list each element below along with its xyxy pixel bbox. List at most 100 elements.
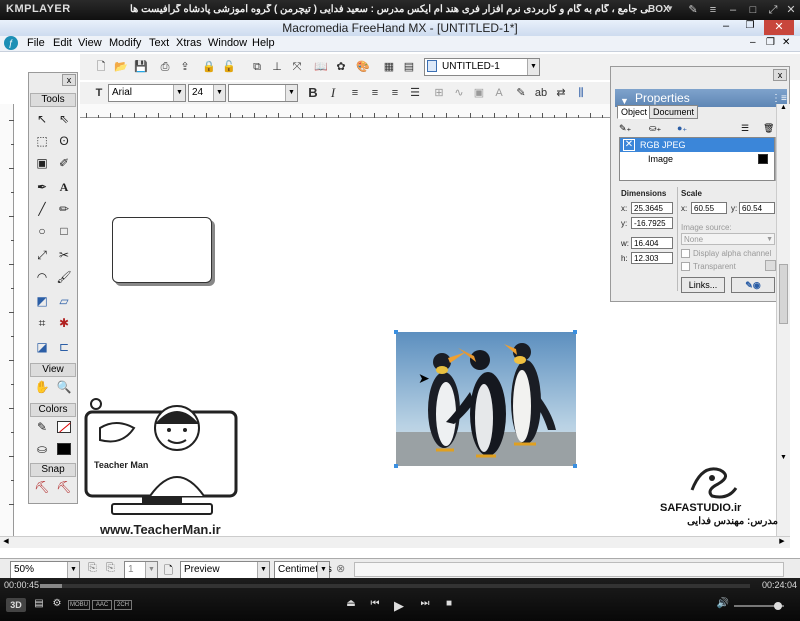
pencil-tool-icon[interactable]: ✏ (54, 199, 74, 219)
dimension-x-field[interactable]: 25.3645 (631, 202, 673, 214)
tab-document[interactable]: Document (649, 105, 699, 119)
connector-tool-icon[interactable]: ⊏ (54, 337, 74, 357)
new-document-icon[interactable]: 🗋 (92, 58, 110, 76)
doc-minimize-button[interactable]: – (750, 37, 756, 48)
unlock-icon[interactable]: 🔓 (220, 58, 238, 76)
line-tool-icon[interactable]: ╱ (32, 199, 52, 219)
scroll-thumb[interactable] (779, 264, 788, 324)
lock-icon[interactable]: 🔒 (200, 58, 218, 76)
justify-icon[interactable]: ☰ (406, 84, 424, 102)
player-menu-icon[interactable]: ≡ (704, 2, 722, 18)
edit-image-button[interactable]: ✎◉ (731, 277, 775, 293)
next-icon[interactable]: ⏭ (416, 598, 434, 612)
settings-icon[interactable]: ⚙ (48, 598, 66, 612)
font-style-select[interactable]: ▼ (228, 84, 298, 102)
selection-handle[interactable] (394, 464, 398, 468)
player-minimize-button[interactable]: – (724, 2, 742, 18)
group-icon[interactable]: ⧉ (248, 58, 266, 76)
menu-help[interactable]: Help (252, 37, 275, 49)
properties-close-button[interactable]: x (773, 69, 787, 81)
scale-tool-icon[interactable]: ⤢ (32, 245, 52, 265)
styles-icon[interactable]: ✿ (332, 58, 350, 76)
add-stroke-icon[interactable]: ✎₊ (619, 123, 643, 135)
display-alpha-checkbox[interactable] (681, 249, 690, 258)
spell-check-icon[interactable]: ab (532, 84, 550, 102)
playlist-icon[interactable]: ▤ (30, 598, 48, 612)
rectangle-tool-icon[interactable]: □ (54, 221, 74, 241)
align-right-icon[interactable]: ≡ (386, 84, 404, 102)
import-icon[interactable]: ⎙ (156, 58, 174, 76)
prev-page-icon[interactable]: ⎘ (88, 562, 97, 575)
scroll-up-icon[interactable]: ▲ (777, 104, 790, 116)
transform-icon[interactable]: ⤧ (288, 58, 306, 76)
color-mixer-icon[interactable]: 🎨 (354, 58, 372, 76)
layers-icon[interactable]: ▤ (400, 58, 418, 76)
columns-icon[interactable]: ⫼ (572, 84, 590, 102)
add-effect-icon[interactable]: ●₊ (677, 123, 701, 135)
list-item-selected[interactable]: ✕ RGB JPEG (620, 138, 774, 152)
attach-to-path-icon[interactable]: ∿ (450, 84, 468, 102)
stroke-color-icon[interactable]: ✎ (32, 417, 52, 437)
volume-icon[interactable]: 🔊 (714, 598, 732, 612)
menu-xtras[interactable]: Xtras (176, 37, 202, 49)
align-icon[interactable]: ⊥ (268, 58, 286, 76)
skew-tool-icon[interactable]: ▱ (54, 291, 74, 311)
pen-tool-icon[interactable]: ✒ (32, 177, 52, 197)
text-tool-icon[interactable]: T (90, 84, 108, 102)
reflect-tool-icon[interactable]: ◩ (32, 291, 52, 311)
font-family-select[interactable]: Arial ▼ (108, 84, 186, 102)
scroll-left-icon[interactable]: ◀ (0, 537, 12, 548)
dimension-y-field[interactable]: -16.7925 (631, 217, 673, 229)
export-icon[interactable]: ⇪ (176, 58, 194, 76)
rounded-rectangle-shape[interactable] (112, 217, 212, 283)
bold-icon[interactable]: B (304, 84, 322, 102)
stop-icon[interactable]: ■ (440, 598, 458, 612)
library-icon[interactable]: 📖 (312, 58, 330, 76)
flow-inside-path-icon[interactable]: ▣ (470, 84, 488, 102)
cancel-render-icon[interactable]: ⊗ (336, 562, 345, 575)
box-arrow-icon[interactable]: ▼ (666, 4, 674, 13)
trace-tool-icon[interactable]: ▣ (32, 153, 52, 173)
view-mode-select[interactable]: Preview ▼ (180, 561, 270, 579)
tools-close-button[interactable]: x (62, 74, 76, 86)
list-item[interactable]: Image (648, 154, 673, 164)
zoom-tool-icon[interactable]: 🔍 (54, 377, 74, 397)
scale-x-field[interactable]: 60.55 (691, 202, 727, 214)
zoom-select[interactable]: 50% ▼ (10, 561, 80, 579)
fill-color-icon[interactable]: ⛀ (32, 439, 52, 459)
add-fill-icon[interactable]: ⛀₊ (649, 123, 673, 135)
convert-to-paths-icon[interactable]: A (490, 84, 508, 102)
page-tool-icon[interactable]: ⬚ (32, 131, 52, 151)
player-maximize-button[interactable]: □ (744, 2, 762, 18)
snap-to-guides-icon[interactable]: ⛏ (54, 477, 74, 497)
scroll-right-icon[interactable]: ▶ (776, 537, 788, 548)
transparent-checkbox[interactable] (681, 262, 690, 271)
text-editor-icon[interactable]: ✎ (512, 84, 530, 102)
menu-modify[interactable]: Modify (109, 37, 141, 49)
seek-bar[interactable] (40, 584, 750, 588)
image-source-select[interactable]: None ▼ (681, 233, 775, 245)
extrude-tool-icon[interactable]: ◪ (32, 337, 52, 357)
freeform-tool-icon[interactable]: ◠ (32, 267, 52, 287)
italic-icon[interactable]: I (324, 84, 342, 102)
ellipse-tool-icon[interactable]: ○ (32, 221, 52, 241)
text-tool-icon[interactable]: A (54, 177, 74, 197)
scale-y-field[interactable]: 60.54 (739, 202, 775, 214)
penguin-image[interactable] (396, 332, 576, 466)
eject-icon[interactable]: ⏏ (342, 598, 360, 612)
brush-tool-icon[interactable]: 🖌 (54, 267, 74, 287)
menu-window[interactable]: Window (208, 37, 247, 49)
doc-restore-button[interactable]: ❐ (766, 37, 775, 48)
player-fullscreen-button[interactable]: ⤢ (764, 2, 782, 18)
lasso-tool-icon[interactable]: ʘ (54, 131, 74, 151)
snap-to-point-icon[interactable]: ⛏ (32, 477, 52, 497)
transparent-color-swatch[interactable] (765, 260, 776, 271)
menu-edit[interactable]: Edit (53, 37, 72, 49)
selection-handle[interactable] (573, 330, 577, 334)
link-text-icon[interactable]: ⇄ (552, 84, 570, 102)
volume-slider[interactable] (734, 602, 784, 610)
app-close-button[interactable]: ✕ (764, 20, 794, 35)
page-select[interactable]: 1 ▼ (124, 561, 158, 579)
menu-text[interactable]: Text (149, 37, 169, 49)
tab-object[interactable]: Object (617, 105, 652, 119)
